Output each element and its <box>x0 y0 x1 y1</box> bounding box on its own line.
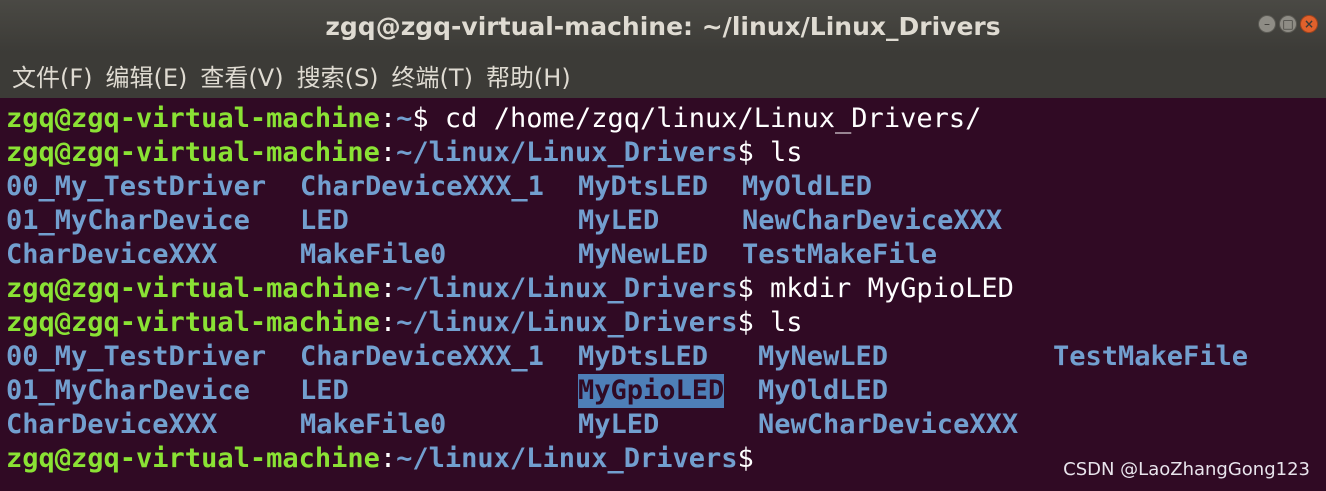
terminal-window: zgq@zgq-virtual-machine: ~/linux/Linux_D… <box>0 0 1326 491</box>
command-text: cd /home/zgq/linux/Linux_Drivers/ <box>444 103 982 134</box>
prompt-path: ~ <box>396 103 413 134</box>
menu-search[interactable]: 搜索(S) <box>297 58 379 93</box>
prompt-dollar: $ <box>737 273 771 304</box>
menu-edit[interactable]: 编辑(E) <box>106 58 188 93</box>
command-text: mkdir MyGpioLED <box>770 273 1014 304</box>
window-controls: – □ × <box>1258 15 1318 33</box>
prompt-colon: : <box>379 137 397 168</box>
minimize-icon[interactable]: – <box>1258 15 1276 33</box>
prompt-dollar: $ <box>737 443 754 474</box>
directory-entry: MakeFile0 <box>300 239 447 270</box>
prompt-colon: : <box>379 103 397 134</box>
directory-entry: LED <box>300 375 349 406</box>
prompt-colon: : <box>379 273 397 304</box>
directory-entry: MyDtsLED <box>578 341 709 372</box>
prompt-path: ~/linux/Linux_Drivers <box>396 443 738 474</box>
maximize-icon[interactable]: □ <box>1279 15 1297 33</box>
menu-terminal[interactable]: 终端(T) <box>392 58 473 93</box>
prompt-user: zgq@zgq-virtual-machine <box>6 443 380 474</box>
prompt-dollar: $ <box>737 307 771 338</box>
prompt-colon: : <box>379 443 397 474</box>
terminal-line-prompt: zgq@zgq-virtual-machine:~$ cd /home/zgq/… <box>6 102 981 136</box>
menu-view[interactable]: 查看(V) <box>200 58 283 93</box>
prompt-user: zgq@zgq-virtual-machine <box>6 307 380 338</box>
directory-entry: MyOldLED <box>758 375 889 406</box>
directory-entry: 00_My_TestDriver <box>6 341 267 372</box>
close-icon[interactable]: × <box>1300 15 1318 33</box>
directory-entry: MyNewLED <box>578 239 709 270</box>
directory-entry: MyDtsLED <box>578 171 709 202</box>
directory-entry: MakeFile0 <box>300 409 447 440</box>
prompt-path: ~/linux/Linux_Drivers <box>396 273 738 304</box>
prompt-colon: : <box>379 307 397 338</box>
directory-entry: LED <box>300 205 349 236</box>
prompt-user: zgq@zgq-virtual-machine <box>6 137 380 168</box>
terminal-line-prompt: zgq@zgq-virtual-machine:~/linux/Linux_Dr… <box>6 136 803 170</box>
directory-entry: NewCharDeviceXXX <box>758 409 1019 440</box>
directory-entry: 01_MyCharDevice <box>6 375 250 406</box>
command-text: ls <box>770 307 803 338</box>
window-title: zgq@zgq-virtual-machine: ~/linux/Linux_D… <box>325 11 1001 41</box>
directory-entry: MyLED <box>578 409 660 440</box>
prompt-dollar: $ <box>412 103 445 134</box>
directory-entry: NewCharDeviceXXX <box>742 205 1003 236</box>
directory-entry: MyLED <box>578 205 660 236</box>
prompt-path: ~/linux/Linux_Drivers <box>396 137 738 168</box>
title-bar[interactable]: zgq@zgq-virtual-machine: ~/linux/Linux_D… <box>0 0 1326 52</box>
directory-entry: CharDeviceXXX_1 <box>300 341 544 372</box>
directory-entry: MyOldLED <box>742 171 873 202</box>
prompt-user: zgq@zgq-virtual-machine <box>6 273 380 304</box>
watermark: CSDN @LaoZhangGong123 <box>1063 459 1310 480</box>
directory-entry: MyNewLED <box>758 341 889 372</box>
prompt-user: zgq@zgq-virtual-machine <box>6 103 380 134</box>
prompt-path: ~/linux/Linux_Drivers <box>396 307 738 338</box>
terminal-line-prompt: zgq@zgq-virtual-machine:~/linux/Linux_Dr… <box>6 306 803 340</box>
terminal-body[interactable]: zgq@zgq-virtual-machine:~$ cd /home/zgq/… <box>0 98 1326 491</box>
directory-entry: TestMakeFile <box>1053 341 1249 372</box>
command-text: ls <box>770 137 803 168</box>
directory-entry: 01_MyCharDevice <box>6 205 250 236</box>
menu-bar: 文件(F) 编辑(E) 查看(V) 搜索(S) 终端(T) 帮助(H) <box>0 52 1326 98</box>
terminal-line-prompt: zgq@zgq-virtual-machine:~/linux/Linux_Dr… <box>6 272 1014 306</box>
terminal-line-prompt: zgq@zgq-virtual-machine:~/linux/Linux_Dr… <box>6 442 754 476</box>
directory-entry: CharDeviceXXX <box>6 409 218 440</box>
directory-entry-selected[interactable]: MyGpioLED <box>578 374 725 408</box>
menu-file[interactable]: 文件(F) <box>12 58 93 93</box>
directory-entry: CharDeviceXXX_1 <box>300 171 544 202</box>
menu-help[interactable]: 帮助(H) <box>486 58 571 93</box>
directory-entry: TestMakeFile <box>742 239 938 270</box>
directory-entry: CharDeviceXXX <box>6 239 218 270</box>
prompt-dollar: $ <box>737 137 771 168</box>
directory-entry: 00_My_TestDriver <box>6 171 267 202</box>
